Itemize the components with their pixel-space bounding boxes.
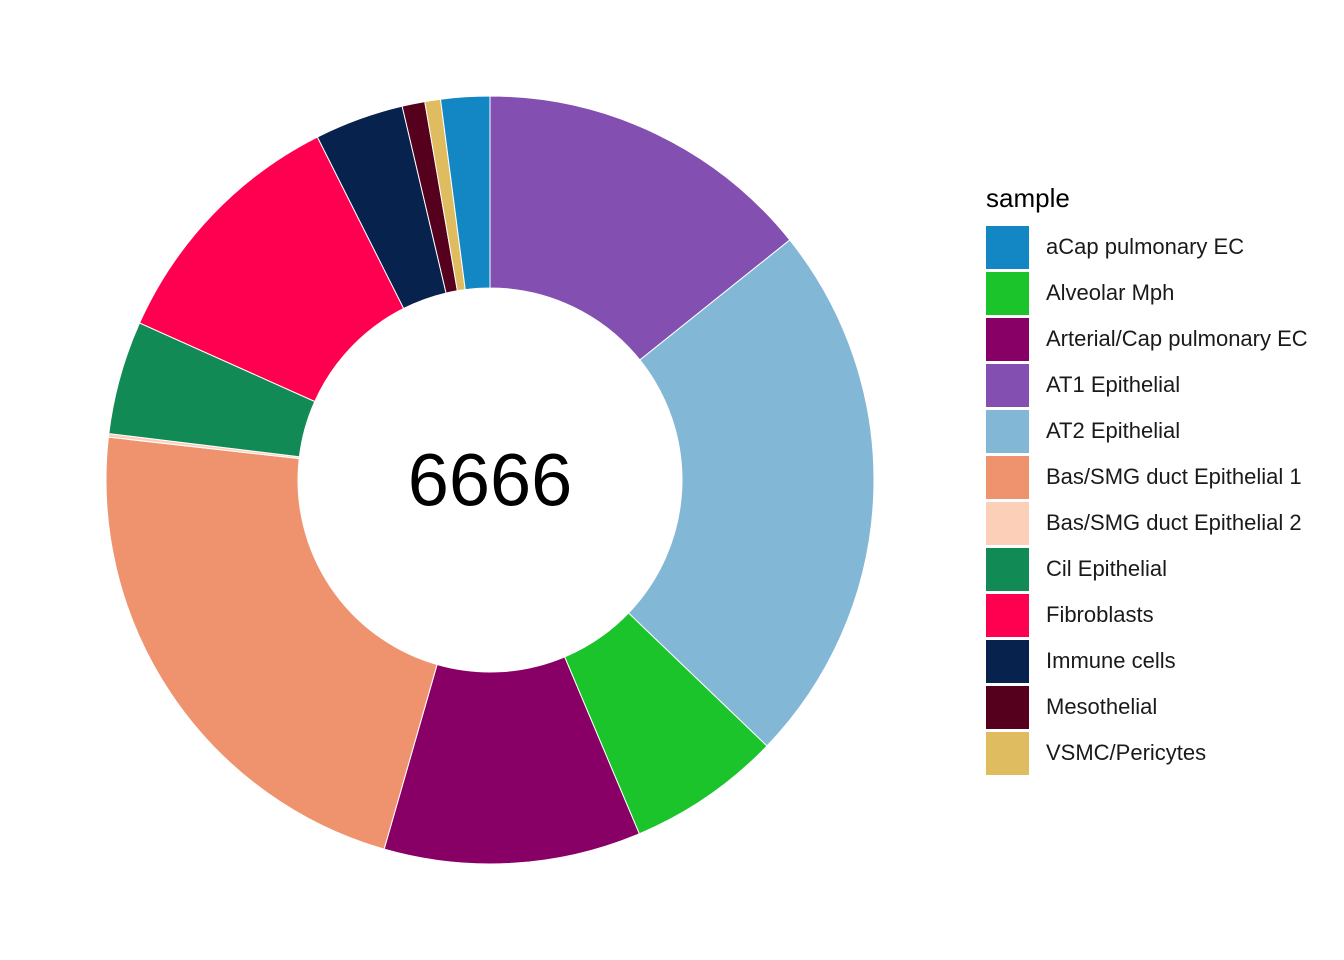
legend-item-alveolar-mph: Alveolar Mph [986,270,1308,316]
legend-label: Arterial/Cap pulmonary EC [1046,326,1308,351]
legend-swatch [986,455,1029,499]
legend-items: aCap pulmonary EC Alveolar Mph Arterial/Ca… [986,224,1308,776]
legend-swatch [986,547,1029,591]
legend-item-immune-cells: Immune cells [986,638,1308,684]
legend-swatch [986,685,1029,729]
legend-swatch [986,731,1029,775]
legend-swatch [986,271,1029,315]
legend-label: Mesothelial [1046,694,1158,719]
legend-label: Alveolar Mph [1046,280,1175,305]
legend-label: AT2 Epithelial [1046,418,1181,443]
legend-swatch [986,639,1029,683]
legend-item-mesothelial: Mesothelial [986,684,1308,730]
center-total-label: 6666 [408,439,573,522]
legend-label: aCap pulmonary EC [1046,234,1245,259]
legend-label: AT1 Epithelial [1046,372,1181,397]
legend-item-vsmc-pericytes: VSMC/Pericytes [986,730,1308,776]
legend-item-at1-epithelial: AT1 Epithelial [986,362,1308,408]
legend-label: Immune cells [1046,648,1176,673]
legend-swatch [986,593,1029,637]
legend-item-bas-smg-duct-epithelial-1: Bas/SMG duct Epithelial 1 [986,454,1308,500]
legend-swatch [986,363,1029,407]
legend-label: Cil Epithelial [1046,556,1168,581]
legend-swatch [986,317,1029,361]
legend-swatch [986,409,1029,453]
legend-swatch [986,501,1029,545]
legend-title: sample [986,183,1070,213]
legend: sample aCap pulmonary EC Alveolar Mph Arte… [986,178,1308,776]
legend-label: Bas/SMG duct Epithelial 2 [1046,510,1302,535]
legend-item-at2-epithelial: AT2 Epithelial [986,408,1308,454]
legend-item-bas-smg-duct-epithelial-2: Bas/SMG duct Epithelial 2 [986,500,1308,546]
legend-item-cil-epithelial: Cil Epithelial [986,546,1308,592]
legend-item-fibroblasts: Fibroblasts [986,592,1308,638]
legend-label: Fibroblasts [1046,602,1154,627]
legend-item-arterial-cap-pulmonary-ec: Arterial/Cap pulmonary EC [986,316,1308,362]
legend-label: VSMC/Pericytes [1046,740,1207,765]
legend-item-acap-pulmonary-ec: aCap pulmonary EC [986,224,1308,270]
legend-label: Bas/SMG duct Epithelial 1 [1046,464,1302,489]
legend-swatch [986,225,1029,269]
